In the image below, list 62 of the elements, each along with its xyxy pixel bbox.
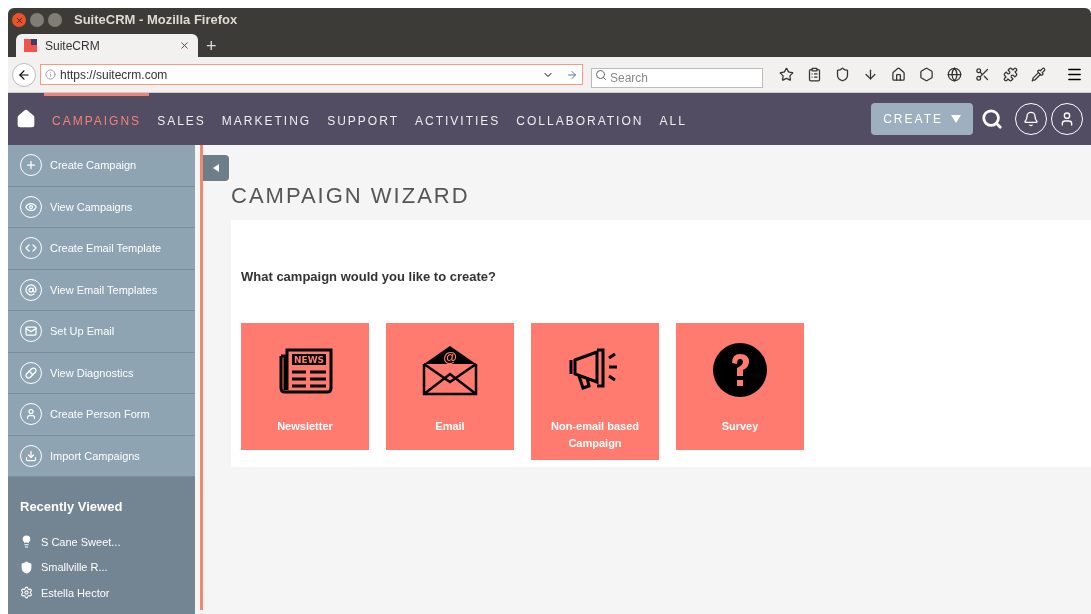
hexagon-icon[interactable] (919, 67, 934, 82)
collapse-button[interactable] (203, 155, 229, 181)
star-icon[interactable] (779, 67, 794, 82)
globe-icon[interactable] (947, 67, 962, 82)
nav-tab[interactable]: ALL (651, 93, 695, 145)
sidebar-link[interactable]: View Email Templates (8, 269, 195, 311)
shield-icon (20, 560, 33, 574)
sidebar-link[interactable]: Create Email Template (8, 228, 195, 270)
shield-icon[interactable] (835, 67, 850, 82)
bell-icon (1023, 111, 1039, 127)
nav-tab[interactable]: MARKETING (213, 93, 320, 145)
nav-tab[interactable]: COLLABORATION (508, 93, 652, 145)
campaign-type-card[interactable]: Non-email based Campaign (531, 322, 659, 460)
new-tab-button[interactable]: + (206, 35, 217, 57)
nav-tab[interactable]: ACTIVITIES (406, 93, 509, 145)
person-icon (1059, 111, 1075, 127)
window-title: SuiteCRM - Mozilla Firefox (74, 11, 238, 30)
sidebar-link[interactable]: Import Campaigns (8, 435, 195, 477)
clipboard-icon[interactable] (807, 67, 822, 82)
minimize-window-button[interactable] (30, 13, 44, 27)
campaign-type-card[interactable]: Survey (676, 322, 804, 450)
tab-title: SuiteCRM (45, 37, 101, 55)
nav-tab[interactable]: SALES (149, 93, 214, 145)
search-icon[interactable] (981, 108, 1003, 130)
browser-tab[interactable]: SuiteCRM (16, 34, 198, 57)
sidebar-link[interactable]: Create Person Form (8, 394, 195, 436)
close-icon (14, 15, 24, 25)
create-button[interactable]: CREATE (871, 103, 973, 135)
maximize-window-button[interactable] (48, 13, 62, 27)
url-text: https://suitecrm.com (60, 66, 169, 84)
recent-title: Recently Viewed (20, 498, 124, 516)
question-icon (713, 343, 767, 397)
pipette-icon[interactable] (1031, 67, 1046, 82)
recent-link[interactable]: Smallville R... (20, 559, 183, 576)
gear-icon (20, 586, 33, 600)
sidebar-link[interactable]: View Diagnostics (8, 352, 195, 394)
recent-link[interactable]: S Cane Sweet... (20, 533, 183, 550)
question-text: What campaign would you like to create? (241, 268, 497, 286)
scissors-icon[interactable] (975, 67, 990, 82)
close-window-button[interactable] (12, 13, 26, 27)
info-icon (45, 69, 56, 80)
page-title: CAMPAIGN WIZARD (231, 182, 471, 210)
sidebar-link[interactable]: Create Campaign (8, 145, 195, 187)
back-button[interactable] (12, 62, 36, 87)
download-icon[interactable] (863, 67, 878, 82)
close-tab-icon[interactable] (179, 40, 190, 51)
home-icon[interactable] (891, 67, 906, 82)
favicon-icon (24, 39, 37, 52)
puzzle-icon[interactable] (1003, 67, 1018, 82)
menu-icon[interactable] (1066, 66, 1083, 83)
recent-link[interactable]: Estella Hector (20, 584, 183, 601)
url-field[interactable]: https://suitecrm.com (40, 64, 583, 85)
caret-icon (951, 115, 961, 123)
search-icon (595, 68, 607, 81)
lightbulb-icon (20, 535, 33, 549)
campaign-type-card[interactable]: NEWS Newsletter (241, 322, 369, 450)
nav-tab[interactable]: SUPPORT (319, 93, 407, 145)
campaign-type-card[interactable]: @ Email (386, 322, 514, 450)
sidebar-link[interactable]: Set Up Email (8, 311, 195, 353)
search-field[interactable]: Search (591, 67, 763, 88)
sidebar-link[interactable]: View Campaigns (8, 186, 195, 228)
collapse-icon (213, 164, 219, 172)
